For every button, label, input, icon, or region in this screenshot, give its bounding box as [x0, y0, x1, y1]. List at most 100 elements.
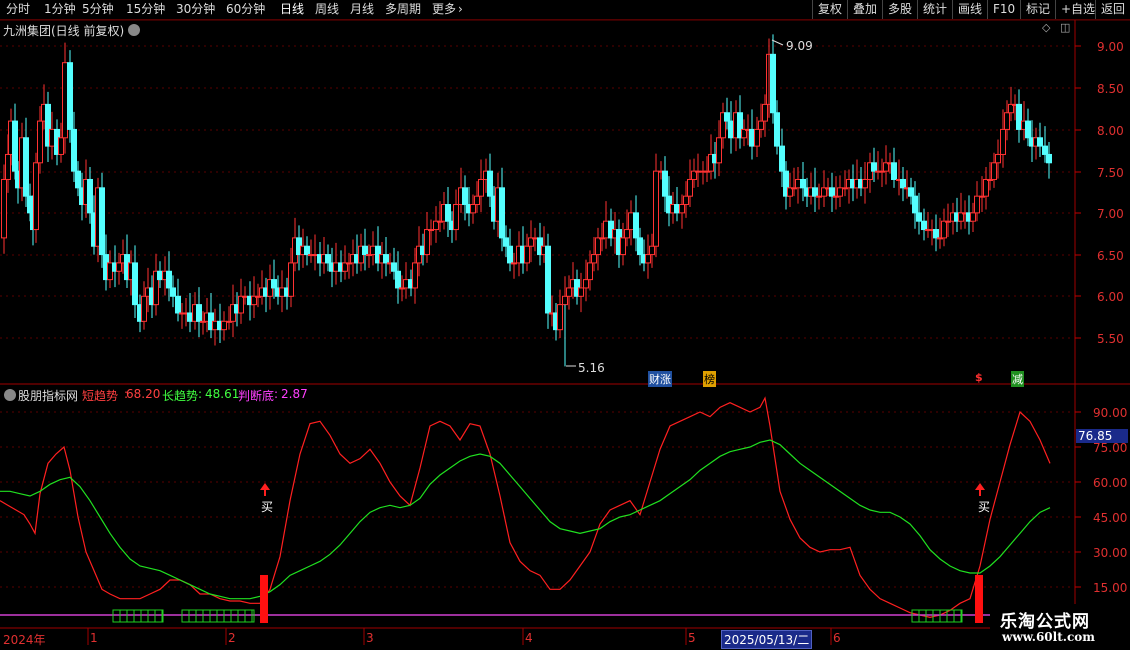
candle-body — [312, 254, 318, 257]
event-tag[interactable]: 榜 — [703, 371, 716, 387]
candle-body — [916, 212, 922, 222]
buy-signal-bar — [975, 575, 983, 623]
candle-body — [724, 112, 730, 122]
candle-body — [170, 287, 176, 297]
price-tick: 7.50 — [1097, 166, 1124, 180]
indicator-tick: 60.00 — [1093, 476, 1128, 490]
watermark-url: www.60lt.com — [1002, 630, 1095, 644]
candle-body — [620, 237, 626, 256]
candle-body — [595, 237, 601, 256]
candle-body — [370, 245, 376, 256]
indicator-param-value: 68.20 — [126, 387, 161, 401]
indicator-param-value: : — [198, 387, 203, 401]
candle-body — [1025, 120, 1031, 139]
indicator-param-label: 判断底 — [238, 389, 275, 403]
price-tick: 6.00 — [1097, 290, 1124, 304]
candle-body — [524, 245, 530, 264]
candle-body — [566, 287, 572, 297]
candle-body — [424, 229, 430, 256]
buy-signal-bar — [260, 575, 268, 623]
candle-body — [503, 237, 509, 247]
candle-body — [62, 62, 68, 139]
candle-body — [653, 170, 659, 247]
candle-body — [362, 245, 368, 256]
candle-body — [633, 212, 639, 239]
candle-body — [175, 295, 181, 314]
price-tick: 5.50 — [1097, 332, 1124, 346]
candle-body — [58, 137, 64, 155]
candle-body — [624, 229, 630, 239]
candle-body — [970, 212, 976, 222]
candle-body — [391, 262, 397, 272]
candle-body — [941, 220, 947, 239]
candle-body — [900, 178, 906, 189]
candle-body — [1004, 112, 1010, 130]
candle-body — [679, 204, 685, 214]
candle-body — [683, 195, 689, 206]
event-tag[interactable]: 减 — [1011, 371, 1024, 387]
indicator-param-value: 48.61 — [205, 387, 240, 401]
low-price-label: 5.16 — [578, 361, 605, 375]
indicator-tick: 15.00 — [1093, 581, 1128, 595]
candle-body — [603, 220, 609, 239]
watermark-title: 乐淘公式网 — [1000, 612, 1090, 632]
candle-body — [891, 162, 897, 180]
date-tick: 2 — [228, 631, 236, 645]
candle-body — [428, 229, 434, 232]
long-trend-line — [0, 439, 1051, 600]
high-price-label: 9.09 — [786, 39, 813, 53]
candle-body — [1016, 103, 1022, 130]
cursor-value-badge: 76.85 — [1076, 429, 1128, 443]
candle-body — [762, 103, 768, 122]
event-tag[interactable]: 财涨 — [648, 371, 672, 387]
date-tick: 2024年 — [3, 633, 46, 647]
candlestick-chart[interactable] — [0, 0, 1130, 650]
candle-body — [908, 187, 914, 197]
candle-body — [578, 287, 584, 297]
candle-body — [770, 53, 776, 114]
candle-body — [487, 170, 493, 197]
price-tick: 7.00 — [1097, 207, 1124, 221]
candle-body — [779, 145, 785, 172]
candle-body — [695, 170, 701, 173]
price-tick: 6.50 — [1097, 249, 1124, 263]
candle-body — [728, 120, 734, 139]
candle-body — [687, 178, 693, 197]
diamond-icon[interactable]: ◇ — [1042, 21, 1050, 34]
price-tick: 9.00 — [1097, 40, 1124, 54]
candle-body — [99, 187, 105, 256]
candle-body — [304, 245, 310, 256]
candle-body — [511, 262, 517, 265]
indicator-tick: 75.00 — [1093, 441, 1128, 455]
up-arrow-icon — [260, 483, 270, 490]
candle-body — [637, 237, 643, 256]
candle-body — [5, 153, 11, 180]
candle-body — [871, 162, 877, 172]
candle-body — [221, 320, 227, 331]
candle-body — [912, 195, 918, 214]
candle-body — [774, 112, 780, 147]
candle-body — [187, 312, 193, 322]
date-tick: 4 — [525, 631, 533, 645]
candle-body — [383, 254, 389, 264]
date-tick: 6 — [833, 631, 841, 645]
candle-body — [71, 128, 77, 172]
candle-body — [662, 170, 668, 197]
indicator-tick: 90.00 — [1093, 406, 1128, 420]
candle-body — [196, 304, 202, 322]
buy-signal-label: 买 — [261, 500, 274, 514]
candle-body — [816, 195, 822, 198]
chevron-down-icon[interactable] — [4, 389, 16, 401]
candle-body — [1037, 137, 1043, 147]
event-tag[interactable]: $ — [975, 371, 983, 384]
expand-icon[interactable]: ◫ — [1060, 21, 1070, 34]
candle-body — [562, 295, 568, 306]
chevron-down-icon[interactable] — [128, 24, 140, 36]
candle-body — [995, 153, 1001, 164]
candle-body — [49, 128, 55, 147]
candle-body — [470, 204, 476, 214]
candle-body — [754, 128, 760, 147]
candle-body — [532, 237, 538, 240]
candle-body — [649, 245, 655, 256]
candle-body — [758, 120, 764, 130]
